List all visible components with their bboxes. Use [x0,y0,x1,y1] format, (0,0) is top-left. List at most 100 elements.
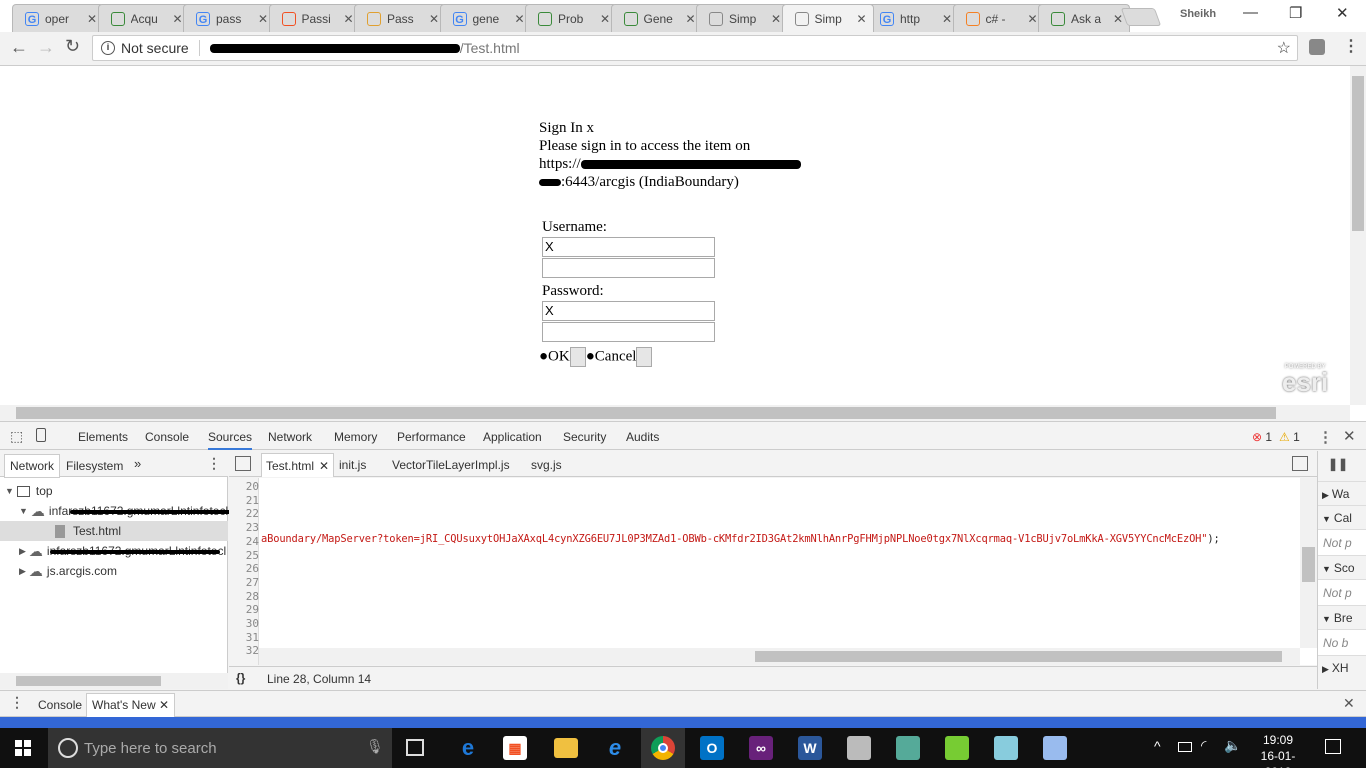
tab-close-icon[interactable]: ✕ [343,12,353,26]
panel-tab-memory[interactable]: Memory [334,430,377,444]
warning-count[interactable]: ⚠ 1 [1279,430,1300,444]
close-tab-icon[interactable]: ✕ [319,459,329,473]
panel-tab-application[interactable]: Application [483,430,542,444]
password-extra-input[interactable] [542,322,715,342]
error-count[interactable]: ⊗ 1 [1252,430,1272,444]
paint-icon[interactable] [1043,736,1067,760]
tab-close-icon[interactable]: ✕ [1027,12,1037,26]
editor-horizontal-scrollbar[interactable] [259,648,1300,665]
minimize-icon[interactable]: — [1243,4,1258,21]
reload-icon[interactable]: ↻ [65,36,80,57]
debugger-section-1[interactable]: ▼ Cal [1318,505,1366,529]
page-vertical-scrollbar[interactable] [1350,66,1366,405]
word-icon[interactable]: W [798,736,822,760]
notepad-plus-icon[interactable] [945,736,969,760]
network-app-icon[interactable] [896,736,920,760]
navigator-tab-network[interactable]: Network [4,454,61,478]
tab-close-icon[interactable]: ✕ [942,12,952,26]
editor-tab[interactable]: Test.html ✕ [261,453,335,477]
browser-tab[interactable]: Ask a ✕ [1038,4,1130,32]
tab-close-icon[interactable]: ✕ [258,12,268,26]
tab-close-icon[interactable]: ✕ [87,12,97,26]
more-tabs-icon[interactable]: » [134,456,141,471]
password-input[interactable]: X [542,301,715,321]
panel-tab-audits[interactable]: Audits [626,430,659,444]
taskbar-search-box[interactable]: Type here to search 🎙 [48,728,392,768]
store-icon[interactable]: ▦ [503,736,527,760]
panel-tab-sources[interactable]: Sources [208,430,253,450]
notepad-icon[interactable] [994,736,1018,760]
devtools-close-icon[interactable]: ✕ [1343,427,1356,445]
drawer-menu-icon[interactable]: ⋮ [10,694,24,711]
performance-monitor-icon[interactable] [847,736,871,760]
tab-close-icon[interactable]: ✕ [685,12,695,26]
browser-tab[interactable]: c# - ✕ [952,4,1045,32]
chrome-taskbar-button[interactable] [641,728,685,768]
expand-arrow-icon[interactable]: ▶ [19,546,26,557]
menu-kebab-icon[interactable]: ⋮ [1343,36,1359,56]
microphone-icon[interactable]: 🎙 [366,738,384,755]
back-icon[interactable]: ← [10,37,28,58]
tree-item[interactable]: ▶ ☁ js.arcgis.com [0,561,228,581]
show-hidden-icons[interactable]: ^ [1154,738,1161,754]
navigator-menu-icon[interactable]: ⋮ [207,455,221,472]
pause-icon[interactable]: ❚❚ [1328,457,1348,471]
task-view-icon[interactable] [406,739,424,756]
tab-close-icon[interactable]: ✕ [856,12,866,26]
navigator-horizontal-scrollbar[interactable] [0,673,228,689]
ok-button[interactable] [569,347,586,367]
expand-arrow-icon[interactable]: ▼ [5,486,14,496]
internet-explorer-icon[interactable]: e [603,736,627,760]
tab-close-icon[interactable]: ✕ [600,12,610,26]
tree-item[interactable]: Test.html [0,521,228,541]
panel-tab-console[interactable]: Console [145,430,189,444]
tab-close-icon[interactable]: ✕ [1113,12,1123,26]
device-toolbar-icon[interactable] [36,428,46,442]
expand-arrow-icon[interactable]: ▶ [19,566,26,577]
browser-tab[interactable]: Simp ✕ [696,4,788,32]
devtools-menu-icon[interactable]: ⋮ [1318,428,1333,446]
editor-vertical-scrollbar[interactable] [1300,478,1317,648]
cancel-button[interactable] [636,347,653,367]
browser-tab[interactable]: Acqu ✕ [97,4,190,32]
tree-item[interactable]: ▼☁infarszb11672.gmumarLlntinfotecl [0,501,240,521]
tab-close-icon[interactable]: ✕ [771,12,781,26]
tree-item[interactable]: ▼ top [0,481,228,501]
browser-tab[interactable]: Goper ✕ [12,4,104,32]
inspect-element-icon[interactable]: ⬚ [10,428,23,445]
browser-tab[interactable]: Gpass ✕ [183,4,275,32]
editor-tab[interactable]: svg.js [531,458,562,472]
drawer-close-icon[interactable]: ✕ [1343,695,1355,712]
editor-tab[interactable]: VectorTileLayerImpl.js [392,458,510,472]
volume-icon[interactable]: 🔈 [1224,737,1241,754]
tree-item[interactable]: ▶☁infarszb11672.gmumarLlntinfotecl [0,541,228,561]
browser-tab[interactable]: Pass ✕ [354,4,446,32]
toggle-navigator-icon[interactable] [235,456,251,471]
edge-icon[interactable]: e [456,736,480,760]
expand-arrow-icon[interactable]: ▼ [19,506,28,516]
editor-tab[interactable]: init.js [339,458,366,472]
close-window-icon[interactable]: ✕ [1336,4,1349,22]
browser-tab[interactable]: Prob ✕ [525,4,617,32]
debugger-section-3[interactable]: ▼ Bre [1318,605,1366,629]
panel-tab-elements[interactable]: Elements [78,430,128,444]
action-center-icon[interactable] [1325,739,1341,754]
debugger-section-4[interactable]: ▶ XH [1318,655,1366,679]
windows-start-icon[interactable] [15,740,31,756]
outlook-icon[interactable]: O [700,736,724,760]
username-input[interactable]: X [542,237,715,257]
browser-tab[interactable]: Ghttp ✕ [867,4,959,32]
new-tab-button[interactable] [1120,8,1162,26]
profile-name[interactable]: Sheikh [1180,8,1216,20]
toggle-debugger-icon[interactable] [1292,456,1308,471]
battery-icon[interactable] [1178,742,1192,752]
bookmark-star-icon[interactable]: ☆ [1277,38,1291,58]
browser-tab[interactable]: Gene ✕ [610,4,703,32]
panel-tab-performance[interactable]: Performance [397,430,466,444]
extension-icon[interactable] [1309,39,1325,55]
clock[interactable]: 19:09 16-01-2018 [1250,732,1306,780]
address-bar[interactable]: i Not secure /Test.html ☆ [92,35,1298,61]
browser-tab[interactable]: Simp ✕ [781,4,874,32]
page-horizontal-scrollbar[interactable] [0,405,1350,421]
wifi-icon[interactable]: ◜ [1201,737,1206,754]
